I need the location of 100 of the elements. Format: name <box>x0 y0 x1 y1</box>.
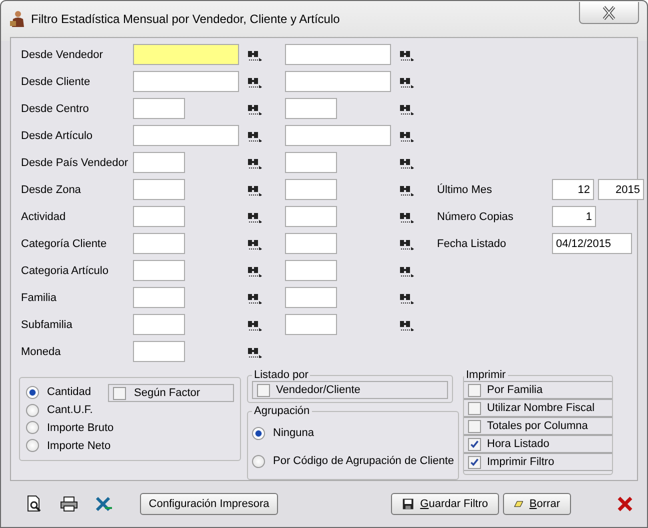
option-label: Totales por Columna <box>487 420 588 432</box>
input-field[interactable]: 1 <box>552 206 596 227</box>
option-label: Cant.U.F. <box>47 404 93 416</box>
option-label: Hora Listado <box>487 438 550 450</box>
field-label: Categoría Cliente <box>21 238 108 250</box>
input-field[interactable]: 04/12/2015 <box>552 233 632 254</box>
radio-button[interactable] <box>252 426 265 440</box>
field-label: Desde Cliente <box>21 76 92 88</box>
printer-icon[interactable] <box>60 496 78 512</box>
binoculars-icon[interactable] <box>399 130 415 142</box>
binoculars-icon[interactable] <box>399 102 415 114</box>
input-field[interactable] <box>285 98 337 119</box>
field-label: Fecha Listado <box>437 238 508 250</box>
input-field[interactable] <box>133 179 185 200</box>
input-field[interactable] <box>133 233 185 254</box>
field-label: Categoria Artículo <box>21 264 110 276</box>
binoculars-icon[interactable] <box>247 102 263 114</box>
input-field[interactable] <box>133 152 185 173</box>
checkbox[interactable] <box>468 420 481 432</box>
binoculars-icon[interactable] <box>399 210 415 222</box>
field-label: Desde Artículo <box>21 130 94 142</box>
radio-button[interactable] <box>26 404 39 417</box>
binoculars-icon[interactable] <box>247 130 263 142</box>
field-label: Último Mes <box>437 184 494 196</box>
option-label: Según Factor <box>134 387 200 399</box>
input-field[interactable] <box>285 314 337 335</box>
binoculars-icon[interactable] <box>247 184 263 196</box>
print-preview-icon[interactable] <box>25 495 43 513</box>
binoculars-icon[interactable] <box>399 292 415 304</box>
option-label: Cantidad <box>47 386 92 398</box>
input-field[interactable] <box>285 152 337 173</box>
option-label: Imprimir Filtro <box>487 456 554 468</box>
binoculars-icon[interactable] <box>247 346 263 358</box>
binoculars-icon[interactable] <box>247 76 263 88</box>
checkbox[interactable] <box>468 438 481 450</box>
window-title: Filtro Estadística Mensual por Vendedor, Cliente y Artículo <box>31 12 341 26</box>
checkbox[interactable] <box>468 456 481 468</box>
input-field[interactable] <box>285 206 337 227</box>
radio-button[interactable] <box>26 386 39 399</box>
clear-button[interactable]: Borrar <box>503 493 571 515</box>
input-field[interactable] <box>133 341 185 362</box>
option-label: Importe Bruto <box>47 422 114 434</box>
checkbox[interactable] <box>113 386 126 400</box>
input-field[interactable] <box>133 125 239 146</box>
checkbox[interactable] <box>257 384 270 396</box>
radio-button[interactable] <box>26 421 39 434</box>
binoculars-icon[interactable] <box>247 264 263 276</box>
option-label: Por Código de Agrupación de Cliente <box>273 455 454 467</box>
input-field[interactable] <box>285 44 391 65</box>
input-field[interactable] <box>133 98 185 119</box>
binoculars-icon[interactable] <box>247 292 263 304</box>
input-field[interactable] <box>133 71 239 92</box>
binoculars-icon[interactable] <box>399 48 415 60</box>
input-field[interactable]: 2015 <box>598 179 644 200</box>
close-button[interactable] <box>579 2 639 24</box>
printer-setup-button[interactable]: Configuración Impresora <box>140 493 278 515</box>
input-field[interactable] <box>285 179 337 200</box>
binoculars-icon[interactable] <box>399 184 415 196</box>
person-icon <box>9 10 25 28</box>
input-field[interactable] <box>133 314 185 335</box>
input-field[interactable] <box>285 287 337 308</box>
option-label: Por Familia <box>487 384 543 396</box>
input-field[interactable] <box>133 260 185 281</box>
binoculars-icon[interactable] <box>399 76 415 88</box>
checkbox[interactable] <box>468 402 481 414</box>
field-label: Subfamilia <box>21 318 74 330</box>
field-label: Actividad <box>21 210 67 222</box>
input-field[interactable] <box>133 287 185 308</box>
field-label: Moneda <box>21 346 62 358</box>
input-field[interactable] <box>133 44 239 65</box>
input-field[interactable] <box>285 233 337 254</box>
input-field[interactable] <box>285 71 391 92</box>
checkbox[interactable] <box>468 384 481 396</box>
binoculars-icon[interactable] <box>247 210 263 222</box>
close-icon[interactable] <box>617 496 633 512</box>
input-field[interactable] <box>285 260 337 281</box>
radio-button[interactable] <box>26 439 39 452</box>
binoculars-icon[interactable] <box>247 318 263 330</box>
eraser-icon <box>514 498 524 510</box>
save-filter-button[interactable]: Guardar Filtro <box>391 493 499 515</box>
binoculars-icon[interactable] <box>399 156 415 168</box>
binoculars-icon[interactable] <box>399 318 415 330</box>
option-label: Vendedor/Cliente <box>276 384 360 396</box>
binoculars-icon[interactable] <box>399 238 415 250</box>
input-field[interactable] <box>133 206 185 227</box>
option-label: Utilizar Nombre Fiscal <box>487 402 595 414</box>
option-label: Importe Neto <box>47 440 111 452</box>
input-field[interactable]: 12 <box>552 179 594 200</box>
binoculars-icon[interactable] <box>399 264 415 276</box>
field-label: Desde Vendedor <box>21 48 104 60</box>
field-label: Desde Zona <box>21 184 82 196</box>
field-label: Número Copias <box>437 210 514 222</box>
field-label: Familia <box>21 292 58 304</box>
radio-button[interactable] <box>252 454 265 468</box>
group-title: Agrupación <box>253 405 311 417</box>
binoculars-icon[interactable] <box>247 156 263 168</box>
input-field[interactable] <box>285 125 391 146</box>
binoculars-icon[interactable] <box>247 238 263 250</box>
field-label: Desde Centro <box>21 102 90 114</box>
binoculars-icon[interactable] <box>247 48 263 60</box>
